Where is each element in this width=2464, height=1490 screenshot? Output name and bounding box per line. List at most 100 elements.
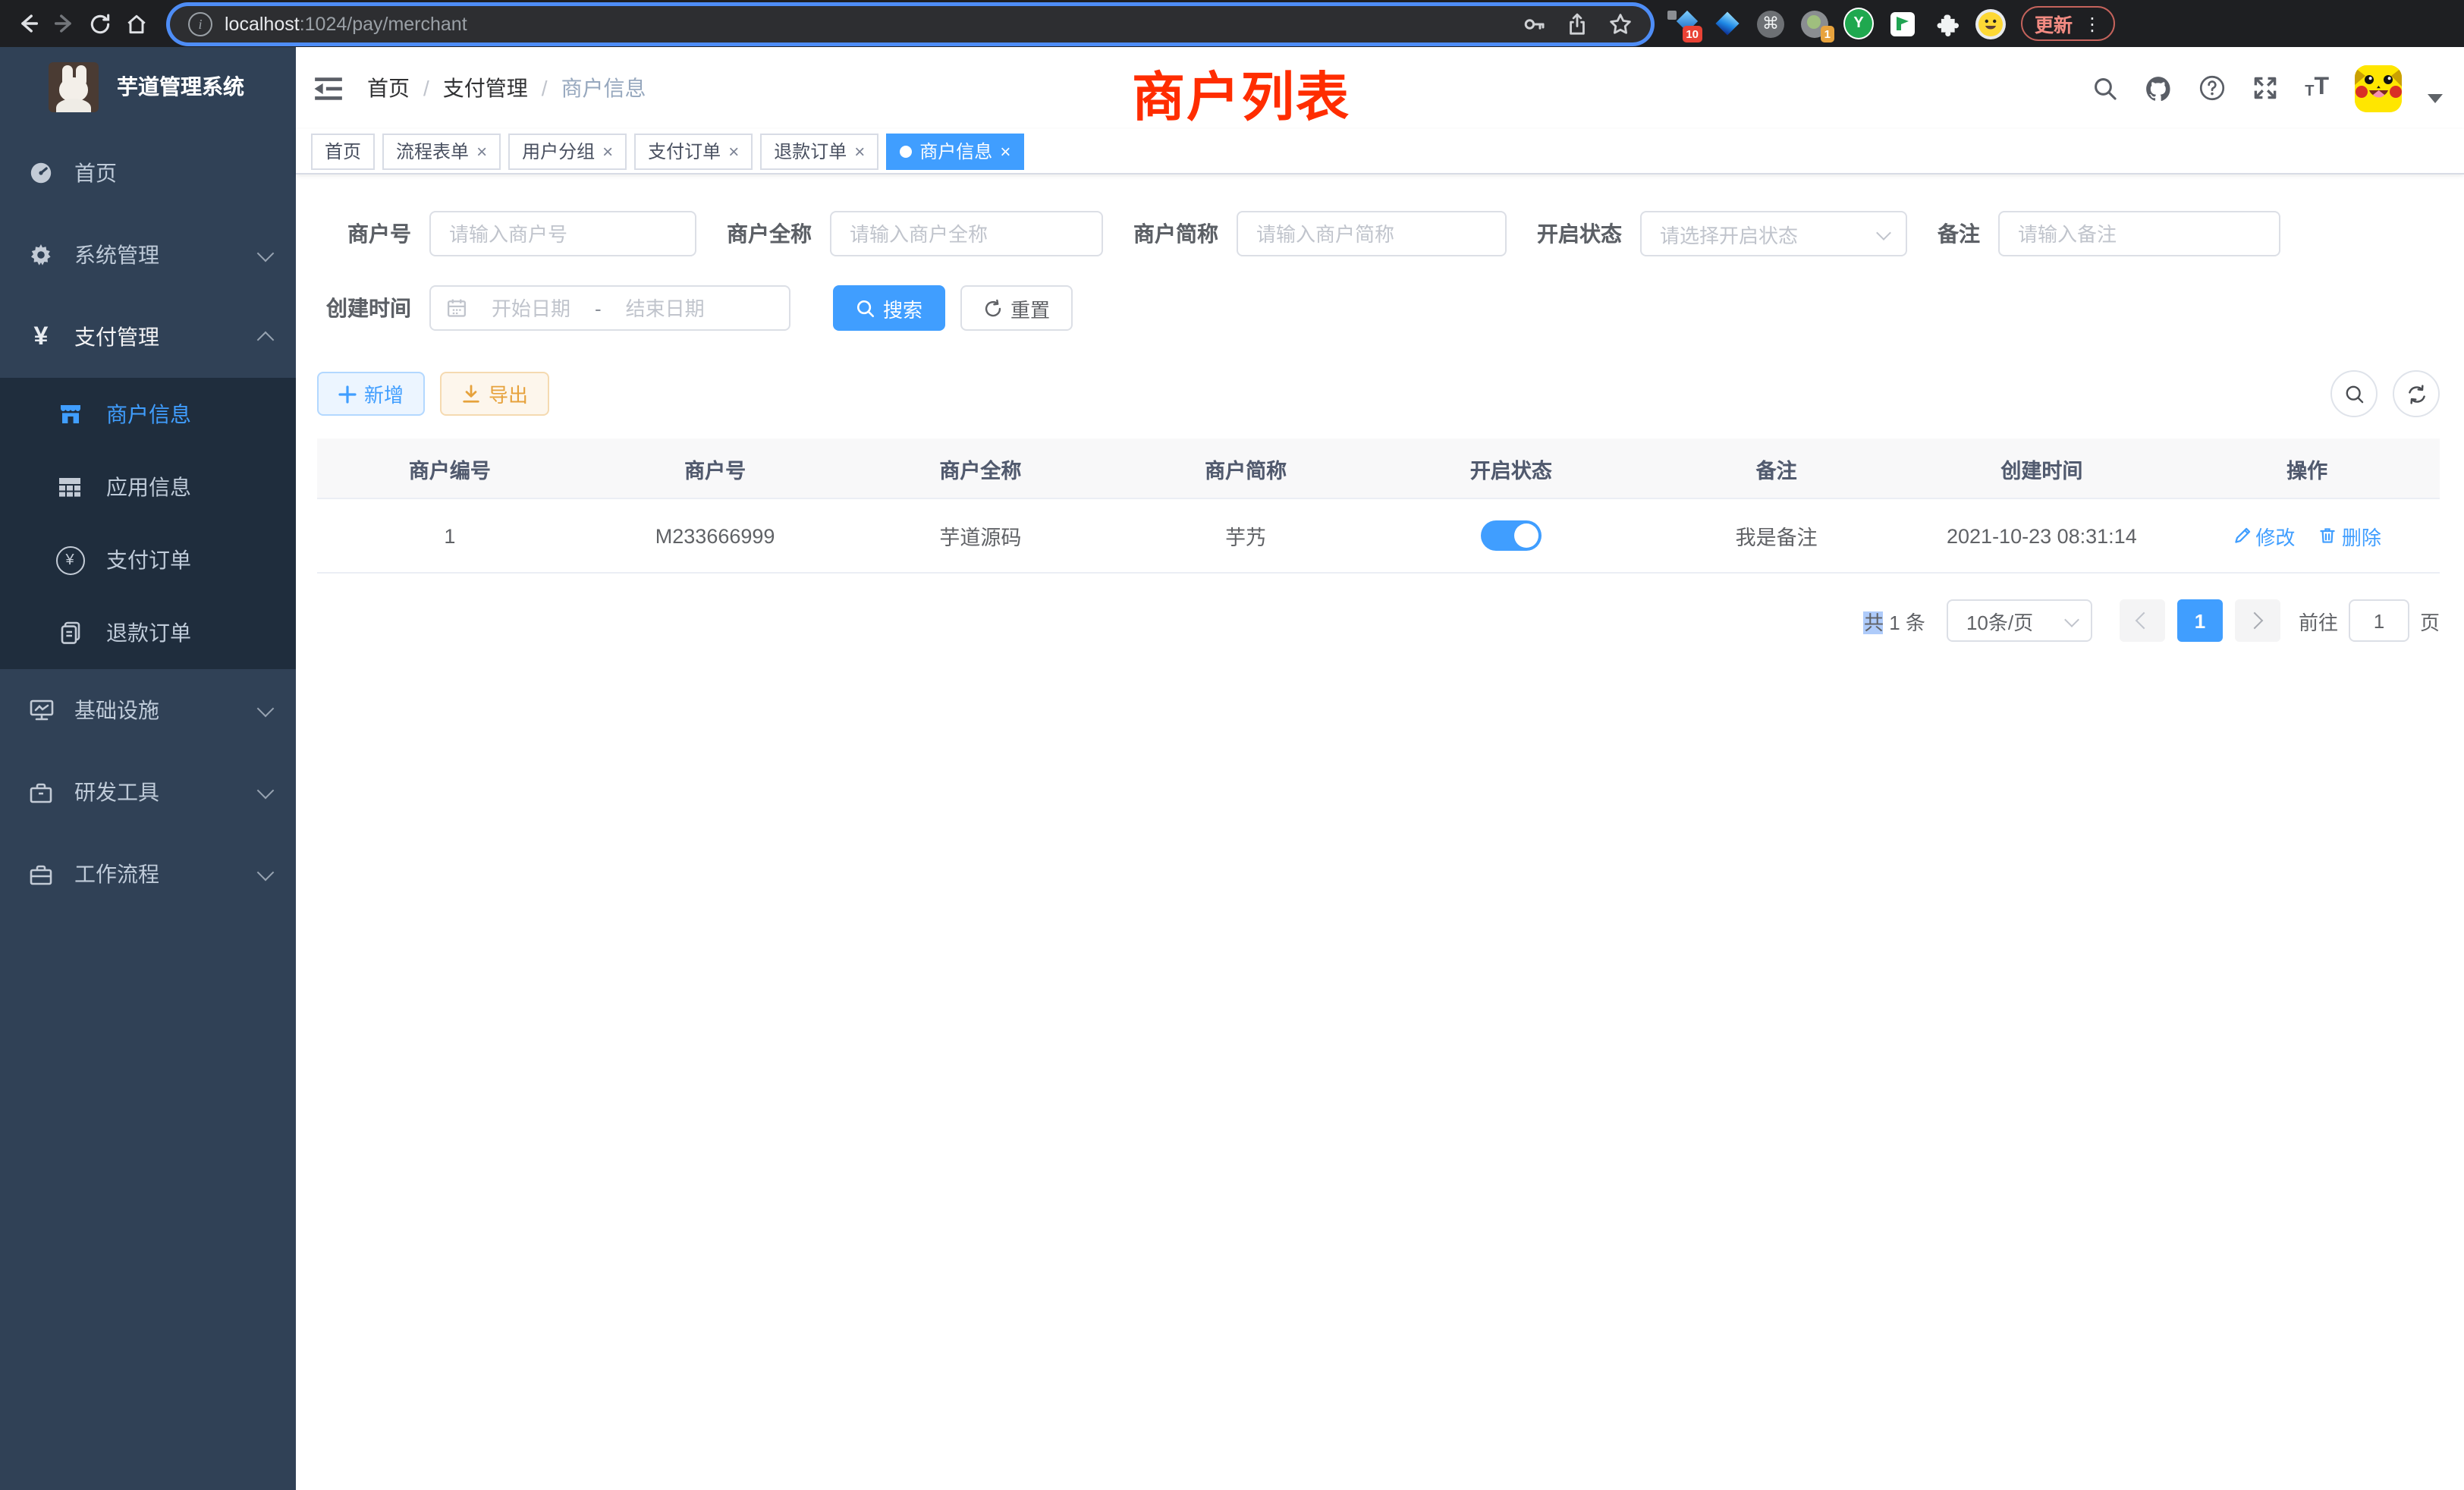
font-size-icon[interactable]: TT bbox=[2305, 76, 2329, 100]
toolbar-row: 新增 导出 bbox=[317, 370, 2440, 417]
calendar-icon bbox=[446, 297, 467, 319]
sidebar-item-application[interactable]: 应用信息 bbox=[0, 451, 296, 523]
extensions-puzzle-icon[interactable] bbox=[1931, 8, 1962, 39]
navbar-actions: TT bbox=[2092, 64, 2443, 112]
extension-profile-icon[interactable]: 1 bbox=[1799, 8, 1830, 39]
extension-blue-diamond-icon[interactable]: 10 bbox=[1667, 8, 1698, 39]
top-navbar: 首页 / 支付管理 / 商户信息 bbox=[296, 47, 2464, 129]
browser-menu-icon[interactable]: ⋮ bbox=[2083, 13, 2101, 34]
browser-back-icon[interactable] bbox=[9, 5, 46, 42]
browser-home-icon[interactable] bbox=[118, 5, 155, 42]
filter-row-2: 创建时间 - 搜索 bbox=[317, 285, 2440, 331]
close-icon[interactable]: × bbox=[854, 142, 865, 160]
merchant-no-input[interactable] bbox=[429, 211, 696, 256]
tab-user-group[interactable]: 用户分组× bbox=[508, 133, 627, 169]
extension-kite-icon[interactable] bbox=[1711, 8, 1742, 39]
header-search-icon[interactable] bbox=[2092, 75, 2118, 101]
tab-merchant-active[interactable]: 商户信息× bbox=[886, 133, 1024, 169]
table-row: 1 M233666999 芋道源码 芋艿 我是备注 2021-10-23 08:… bbox=[317, 498, 2440, 573]
status-select[interactable]: 请选择开启状态 bbox=[1640, 211, 1907, 256]
site-info-icon[interactable]: i bbox=[188, 11, 212, 36]
reset-button[interactable]: 重置 bbox=[960, 285, 1073, 331]
tab-refund-order[interactable]: 退款订单× bbox=[760, 133, 878, 169]
end-date-input[interactable] bbox=[608, 295, 723, 321]
col-remark: 备注 bbox=[1644, 439, 1909, 498]
sidebar-item-pay[interactable]: ¥ 支付管理 bbox=[0, 296, 296, 378]
sidebar-item-merchant[interactable]: 商户信息 bbox=[0, 378, 296, 451]
col-create-time: 创建时间 bbox=[1909, 439, 2175, 498]
start-date-input[interactable] bbox=[473, 295, 589, 321]
update-label: 更新 bbox=[2035, 9, 2073, 38]
short-name-input[interactable] bbox=[1237, 211, 1507, 256]
app-logo-row[interactable]: 芋道管理系统 bbox=[0, 47, 296, 126]
address-bar[interactable]: i localhost:1024/pay/merchant bbox=[170, 5, 1651, 42]
sidebar-item-devtools[interactable]: 研发工具 bbox=[0, 751, 296, 833]
close-icon[interactable]: × bbox=[1000, 142, 1010, 160]
breadcrumb-home[interactable]: 首页 bbox=[367, 73, 410, 103]
close-icon[interactable]: × bbox=[602, 142, 613, 160]
page-number-1[interactable]: 1 bbox=[2177, 599, 2223, 642]
browser-reload-icon[interactable] bbox=[82, 5, 118, 42]
col-short-name: 商户简称 bbox=[1113, 439, 1378, 498]
goto-page-input[interactable] bbox=[2349, 599, 2409, 642]
briefcase-icon bbox=[26, 863, 56, 885]
next-page-button[interactable] bbox=[2235, 599, 2280, 642]
tab-process-form[interactable]: 流程表单× bbox=[382, 133, 501, 169]
search-button[interactable]: 搜索 bbox=[833, 285, 945, 331]
sidebar-collapse-icon[interactable] bbox=[311, 71, 344, 105]
sidebar-item-system[interactable]: 系统管理 bbox=[0, 214, 296, 296]
refresh-icon bbox=[983, 298, 1003, 318]
export-button[interactable]: 导出 bbox=[440, 372, 549, 416]
cell-actions: 修改 删除 bbox=[2174, 498, 2440, 573]
sidebar-item-workflow[interactable]: 工作流程 bbox=[0, 833, 296, 915]
profile-badge: 1 bbox=[1821, 26, 1834, 42]
remark-input[interactable] bbox=[1998, 211, 2280, 256]
browser-forward-icon[interactable] bbox=[46, 5, 82, 42]
monitor-icon bbox=[26, 698, 56, 722]
refresh-table-button[interactable] bbox=[2393, 370, 2440, 417]
avatar-dropdown-caret[interactable] bbox=[2428, 94, 2443, 103]
pay-submenu: 商户信息 应用信息 ¥ 支付订单 bbox=[0, 378, 296, 669]
breadcrumb-pay[interactable]: 支付管理 bbox=[443, 73, 528, 103]
pagination-goto: 前往 页 bbox=[2299, 599, 2440, 642]
delete-button[interactable]: 删除 bbox=[2319, 521, 2381, 550]
sidebar-item-refund-order[interactable]: 退款订单 bbox=[0, 596, 296, 669]
tab-pay-order[interactable]: 支付订单× bbox=[634, 133, 753, 169]
edit-button[interactable]: 修改 bbox=[2233, 521, 2295, 550]
chevron-down-icon bbox=[257, 699, 275, 717]
bookmark-star-icon[interactable] bbox=[1608, 11, 1633, 36]
cell-merchant-id: 1 bbox=[317, 498, 583, 573]
add-button[interactable]: 新增 bbox=[317, 372, 425, 416]
fullscreen-icon[interactable] bbox=[2252, 74, 2279, 102]
status-toggle-on[interactable] bbox=[1481, 520, 1542, 551]
sidebar-item-home[interactable]: 首页 bbox=[0, 132, 296, 214]
app-logo bbox=[49, 61, 99, 112]
password-key-icon[interactable] bbox=[1522, 11, 1546, 36]
user-avatar[interactable] bbox=[2355, 64, 2402, 112]
cell-merchant-no: M233666999 bbox=[583, 498, 848, 573]
close-icon[interactable]: × bbox=[476, 142, 487, 160]
pencil-icon bbox=[2233, 527, 2251, 545]
close-icon[interactable]: × bbox=[728, 142, 739, 160]
sidebar-item-infra[interactable]: 基础设施 bbox=[0, 669, 296, 751]
filter-status: 开启状态 请选择开启状态 bbox=[1537, 211, 1907, 256]
help-icon[interactable] bbox=[2198, 74, 2226, 102]
extension-y-icon[interactable]: Y bbox=[1843, 8, 1874, 39]
cell-short-name: 芋艿 bbox=[1113, 498, 1378, 573]
tab-home[interactable]: 首页 bbox=[311, 133, 375, 169]
browser-update-pill[interactable]: 更新 ⋮ bbox=[2021, 6, 2115, 41]
extension-command-icon[interactable]: ⌘ bbox=[1755, 8, 1786, 39]
col-merchant-id: 商户编号 bbox=[317, 439, 583, 498]
github-icon[interactable] bbox=[2144, 74, 2173, 102]
hide-search-button[interactable] bbox=[2330, 370, 2378, 417]
browser-profile-avatar[interactable] bbox=[1975, 8, 2006, 39]
prev-page-button[interactable] bbox=[2120, 599, 2165, 642]
full-name-input[interactable] bbox=[830, 211, 1103, 256]
filter-row-1: 商户号 商户全称 商户简称 开启状态 请选择开启状态 bbox=[317, 211, 2440, 256]
page-size-select[interactable]: 10条/页 bbox=[1947, 599, 2092, 642]
share-icon[interactable] bbox=[1566, 11, 1589, 36]
extension-green-doc-icon[interactable] bbox=[1887, 8, 1918, 39]
date-range-picker[interactable]: - bbox=[429, 285, 790, 331]
sidebar-item-pay-order[interactable]: ¥ 支付订单 bbox=[0, 523, 296, 596]
cell-create-time: 2021-10-23 08:31:14 bbox=[1909, 498, 2175, 573]
